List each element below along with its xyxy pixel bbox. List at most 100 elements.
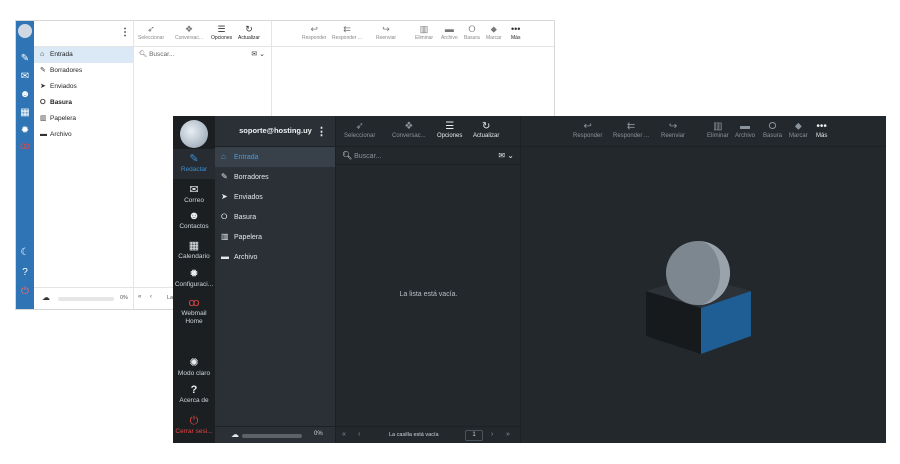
archive-button[interactable]: ▬ Archivo — [735, 120, 755, 139]
prev-page-button[interactable]: ‹ — [150, 294, 152, 300]
search-input[interactable]: Buscar... — [354, 153, 381, 160]
quota-percent: 0% — [314, 431, 323, 437]
light-list-toolbar: ➶ Seleccionar ❖ Conversac... ☰ Opciones ↻ Ac… — [134, 21, 271, 47]
quota-icon: ☁ — [231, 430, 239, 439]
folder-item-trash[interactable]: ▥ Papelera — [34, 111, 133, 127]
contacts-icon[interactable]: ☻ — [16, 89, 34, 101]
light-preview-toolbar: ↩ Responder ⇇ Responder ... ↪ Reenviar ▥ Eli… — [272, 21, 554, 47]
mail-icon[interactable]: ✉ — [16, 71, 34, 83]
options-button[interactable]: ☰ Opciones — [437, 120, 462, 139]
refresh-button[interactable]: ↻ Actualizar — [473, 120, 499, 139]
webmail-home-icon[interactable]: ꝏ — [16, 141, 34, 153]
about-button[interactable]: ? Acerca de — [173, 384, 215, 405]
folder-item-sent[interactable]: ➤ Enviados — [215, 187, 335, 207]
dark-nav-rail: ✎ Redactar ✉ Correo ☻ Contactos ▦ Calendario… — [173, 116, 215, 443]
compose-button[interactable]: ✎ Redactar — [173, 149, 215, 179]
mark-button[interactable]: ⬥ Marcar — [486, 24, 502, 41]
quota-bar — [242, 434, 302, 438]
select-button[interactable]: ➶ Seleccionar — [138, 24, 164, 41]
refresh-icon: ↻ — [245, 24, 253, 34]
archive-icon: ▬ — [740, 121, 750, 132]
more-button[interactable]: ••• Más — [511, 24, 520, 41]
dark-preview-pane: ↩ Responder ⇇ Responder ... ↪ Reenviar ▥ Eli… — [521, 116, 886, 443]
options-button[interactable]: ☰ Opciones — [211, 24, 232, 41]
reply-all-icon: ⇇ — [626, 121, 636, 132]
trash-icon: ▥ — [713, 121, 723, 132]
folder-item-inbox[interactable]: ⌂ Entrada — [34, 47, 133, 63]
quota-icon: ☁ — [42, 293, 50, 302]
mail-icon: ✉ — [189, 184, 199, 196]
folder-menu-icon[interactable]: ⋮ — [120, 27, 130, 38]
search-bar[interactable]: 🔍︎ Buscar... ✉ ⌄ — [336, 147, 520, 165]
select-button[interactable]: ➶ Seleccionar — [344, 120, 375, 139]
send-icon: ➤ — [40, 83, 46, 90]
threads-button[interactable]: ❖ Conversac... — [392, 120, 426, 139]
folder-item-inbox[interactable]: ⌂ Entrada — [215, 147, 335, 167]
reply-all-button[interactable]: ⇇ Responder ... — [332, 24, 362, 41]
dark-mode-icon[interactable]: ☾ — [16, 247, 34, 259]
webmail-home-icon: ꝏ — [188, 297, 200, 309]
envelope-filter-icon[interactable]: ✉ ⌄ — [498, 147, 514, 165]
light-folder-pane: ⋮ ⌂ Entrada ✎ Borradores ➤ Enviados ⭘ Basura… — [34, 21, 134, 309]
dark-theme-window: ✎ Redactar ✉ Correo ☻ Contactos ▦ Calendario… — [173, 116, 886, 443]
first-page-button[interactable]: « — [138, 294, 141, 300]
refresh-icon: ↻ — [481, 121, 491, 132]
delete-button[interactable]: ▥ Eliminar — [415, 24, 433, 41]
first-page-button[interactable]: « — [342, 431, 346, 438]
mark-button[interactable]: ⬥ Marcar — [789, 120, 808, 139]
calendar-icon[interactable]: ▦ — [16, 107, 34, 119]
more-button[interactable]: ••• Más — [816, 120, 827, 139]
folder-item-junk[interactable]: ⭘ Basura — [215, 207, 335, 227]
reply-all-button[interactable]: ⇇ Responder ... — [613, 120, 649, 139]
options-icon: ☰ — [217, 24, 226, 34]
delete-button[interactable]: ▥ Eliminar — [707, 120, 729, 139]
last-page-button[interactable]: » — [506, 431, 510, 438]
mail-button[interactable]: ✉ Correo — [173, 184, 215, 205]
compose-icon[interactable]: ✎ — [16, 53, 34, 65]
folder-item-drafts[interactable]: ✎ Borradores — [34, 63, 133, 79]
settings-icon: ✹ — [189, 268, 199, 280]
folder-item-sent[interactable]: ➤ Enviados — [34, 79, 133, 95]
folder-menu-icon[interactable]: ⋮ — [316, 125, 327, 138]
folder-item-archive[interactable]: ▬ Archivo — [215, 247, 335, 267]
junk-button[interactable]: ⭘ Basura — [763, 120, 782, 139]
folder-item-trash[interactable]: ▥ Papelera — [215, 227, 335, 247]
search-input[interactable]: Buscar... — [149, 51, 174, 58]
archive-icon: ▬ — [40, 131, 47, 138]
folder-item-drafts[interactable]: ✎ Borradores — [215, 167, 335, 187]
settings-icon[interactable]: ✹ — [16, 125, 34, 137]
page-number-input[interactable]: 1 — [465, 430, 483, 441]
webmail-home-button[interactable]: ꝏ Webmail Home — [173, 297, 215, 326]
compose-icon: ✎ — [189, 153, 199, 165]
forward-button[interactable]: ↪ Reenviar — [376, 24, 396, 41]
light-mode-button[interactable]: ✺ Modo claro — [173, 357, 215, 378]
contacts-button[interactable]: ☻ Contactos — [173, 210, 215, 231]
threads-button[interactable]: ❖ Conversac... — [175, 24, 203, 41]
calendar-icon: ▦ — [188, 240, 200, 252]
search-bar[interactable]: 🔍︎ Buscar... ✉ ⌄ — [134, 47, 271, 62]
options-icon: ☰ — [445, 121, 455, 132]
prev-page-button[interactable]: ‹ — [358, 431, 360, 438]
search-icon: 🔍︎ — [342, 151, 353, 160]
junk-button[interactable]: ⭘ Basura — [464, 24, 480, 41]
trash-icon: ▥ — [40, 115, 47, 122]
settings-button[interactable]: ✹ Configuraci... — [173, 268, 215, 289]
more-icon: ••• — [511, 24, 521, 34]
forward-button[interactable]: ↪ Reenviar — [661, 120, 685, 139]
forward-icon: ↪ — [668, 121, 678, 132]
folder-item-archive[interactable]: ▬ Archivo — [34, 127, 133, 143]
reply-all-icon: ⇇ — [343, 24, 351, 34]
archive-button[interactable]: ▬ Archivo — [441, 24, 458, 41]
reply-button[interactable]: ↩ Responder — [573, 120, 602, 139]
calendar-button[interactable]: ▦ Calendario — [173, 240, 215, 261]
reply-button[interactable]: ↩ Responder — [302, 24, 326, 41]
logout-button[interactable]: ⏻ Cerrar sesi... — [173, 415, 215, 436]
reply-icon: ↩ — [583, 121, 592, 132]
refresh-button[interactable]: ↻ Actualizar — [238, 24, 260, 41]
about-icon[interactable]: ? — [16, 267, 34, 279]
folder-item-junk[interactable]: ⭘ Basura — [34, 95, 133, 111]
empty-preview-illustration-icon — [646, 241, 751, 354]
envelope-filter-icon[interactable]: ✉ ⌄ — [251, 47, 265, 62]
logout-icon[interactable]: ⏻ — [16, 286, 34, 298]
next-page-button[interactable]: › — [491, 431, 493, 438]
